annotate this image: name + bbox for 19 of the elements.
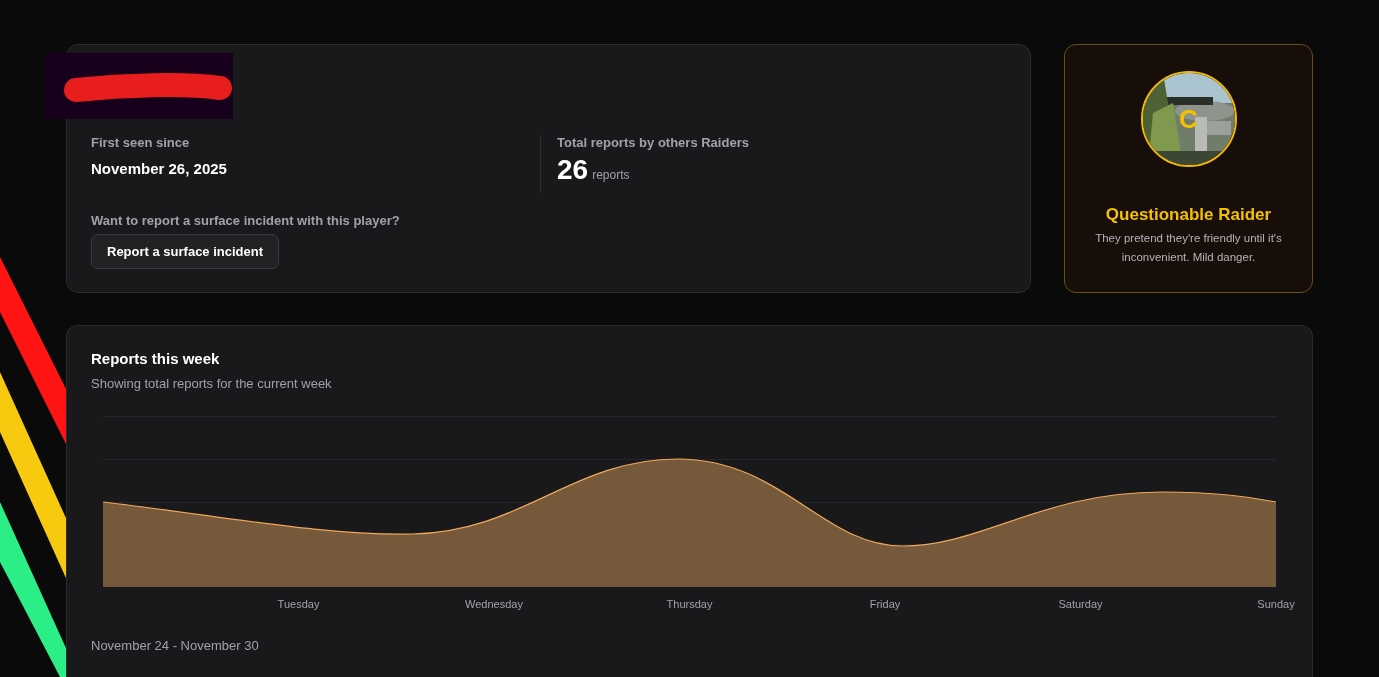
axis-label: Friday xyxy=(869,598,901,610)
axis-label: Tuesday xyxy=(277,598,320,610)
first-seen-label: First seen since xyxy=(91,135,191,150)
axis-label: Wednesday xyxy=(465,598,523,610)
report-unit: reports xyxy=(592,168,630,182)
report-count: 26 xyxy=(557,154,589,186)
report-prompt: Want to report a surface incident with this player? xyxy=(91,213,401,228)
report-incident-button[interactable]: Report a surface incident xyxy=(91,234,280,269)
avatar-letter: C xyxy=(1179,103,1198,135)
axis-label: Saturday xyxy=(1058,598,1103,610)
total-reports-label: Total reports by others Raiders xyxy=(557,135,750,150)
axis-label: Thursday xyxy=(666,598,713,610)
date-range: November 24 - November 30 xyxy=(91,638,260,653)
axis-label: Sunday xyxy=(1257,598,1295,610)
chart-subtitle: Showing total reports for the current week xyxy=(91,376,333,391)
chart-title: Reports this week xyxy=(91,350,221,367)
rank-description: They pretend they're friendly until it's inconvenient. Mild danger. xyxy=(1094,231,1283,265)
first-seen-date: November 26, 2025 xyxy=(91,160,228,177)
rank-title: Questionable Raider xyxy=(1105,205,1272,225)
